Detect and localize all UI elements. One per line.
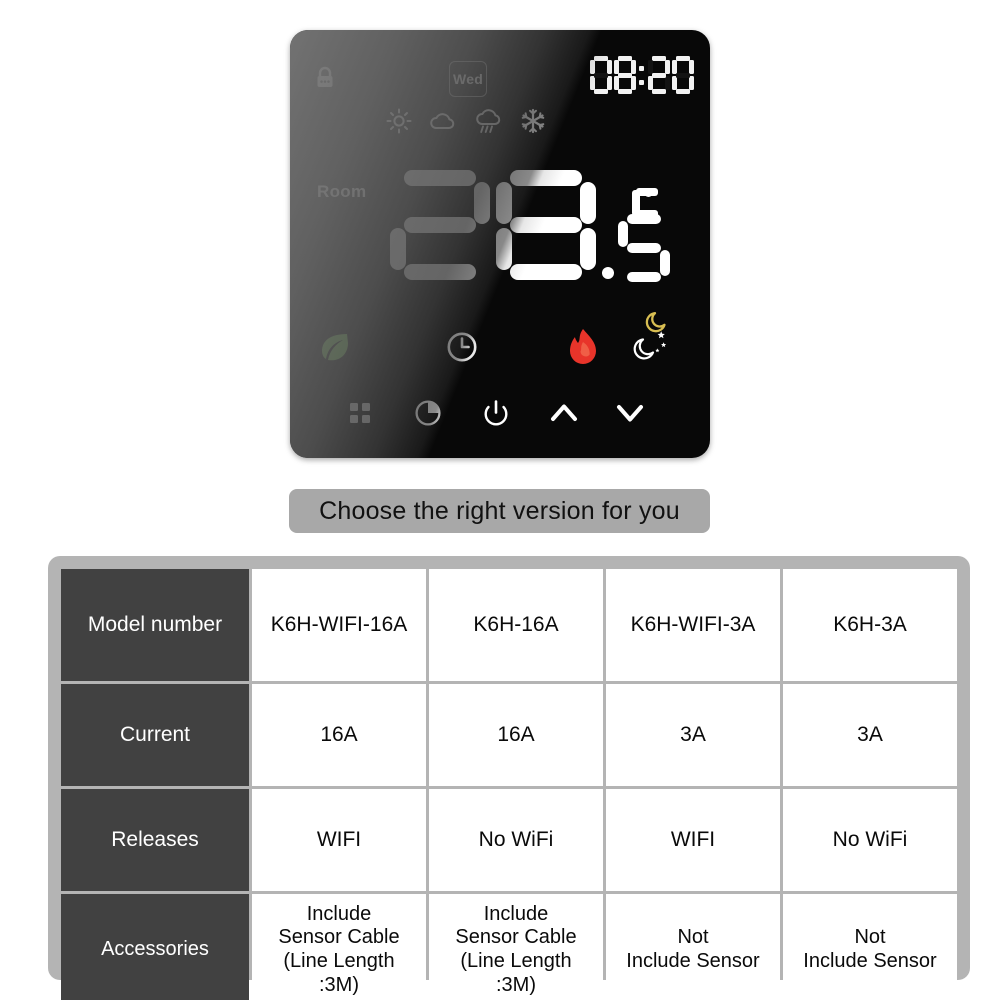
clock-digit-2: [614, 56, 636, 94]
table-row: Releases WIFI No WiFi WIFI No WiFi: [61, 789, 957, 891]
cell-accessories-1: Include Sensor Cable (Line Length:3M): [252, 894, 426, 1000]
spec-table-frame: Model number K6H-WIFI-16A K6H-16A K6H-WI…: [48, 556, 970, 1000]
clock-display: [590, 56, 694, 94]
version-banner-text: Choose the right version for you: [319, 496, 680, 525]
row-header-current: Current: [61, 684, 249, 786]
cell-current-4: 3A: [783, 684, 957, 786]
thermostat-screen: Wed Room: [290, 30, 710, 458]
cell-accessories-4: Not Include Sensor: [783, 894, 957, 1000]
cell-current-2: 16A: [429, 684, 603, 786]
clock-digit-4: [672, 56, 694, 94]
cell-model-3: K6H-WIFI-3A: [606, 569, 780, 681]
flame-icon: [568, 328, 598, 369]
decimal-point: [602, 267, 614, 279]
snowflake-icon: [520, 108, 546, 139]
rain-cloud-icon: [474, 107, 504, 140]
clock-colon: [638, 56, 646, 94]
chevron-down-icon: [615, 401, 645, 430]
weather-icon-row: [386, 107, 546, 140]
cell-accessories-3: Not Include Sensor: [606, 894, 780, 1000]
timer-button[interactable]: [408, 395, 448, 435]
temp-digit-decimal: [618, 214, 670, 282]
cloud-icon: [428, 109, 458, 138]
row-header-accessories: Accessories: [61, 894, 249, 1000]
clock-digit-1: [590, 56, 612, 94]
weekday-badge: Wed: [449, 61, 487, 97]
cell-current-1: 16A: [252, 684, 426, 786]
table-row: Accessories Include Sensor Cable (Line Len…: [61, 894, 957, 1000]
cell-model-1: K6H-WIFI-16A: [252, 569, 426, 681]
cell-releases-3: WIFI: [606, 789, 780, 891]
grid-icon: [349, 402, 371, 429]
temperature-suffix: [602, 170, 702, 290]
cell-accessories-2: Include Sensor Cable (Line Length:3M): [429, 894, 603, 1000]
sun-icon: [386, 108, 412, 139]
temp-digit-tens: [390, 170, 490, 280]
temperature-display: [390, 170, 702, 290]
room-label: Room: [317, 182, 367, 201]
power-button[interactable]: [476, 395, 516, 435]
lock-icon: [314, 66, 336, 95]
chevron-up-icon: [549, 401, 579, 430]
cell-releases-1: WIFI: [252, 789, 426, 891]
temp-down-button[interactable]: [610, 395, 650, 435]
cell-model-4: K6H-3A: [783, 569, 957, 681]
clock-pie-icon: [414, 399, 442, 432]
leaf-icon: [318, 330, 352, 369]
spec-table-body: Model number K6H-WIFI-16A K6H-16A K6H-WI…: [61, 569, 957, 1000]
cell-model-2: K6H-16A: [429, 569, 603, 681]
table-row: Current 16A 16A 3A 3A: [61, 684, 957, 786]
temp-up-button[interactable]: [544, 395, 584, 435]
page-root: Wed Room Choose the right version for yo…: [0, 0, 1000, 1000]
cell-releases-2: No WiFi: [429, 789, 603, 891]
moon-stars-icon: [633, 328, 669, 367]
temp-digit-ones: [496, 170, 596, 280]
version-banner: Choose the right version for you: [289, 489, 710, 533]
thermostat-device: Wed Room: [290, 30, 710, 458]
menu-grid-button[interactable]: [340, 395, 380, 435]
table-row: Model number K6H-WIFI-16A K6H-16A K6H-WI…: [61, 569, 957, 681]
clock-icon: [445, 330, 479, 369]
cell-current-3: 3A: [606, 684, 780, 786]
spec-table: Model number K6H-WIFI-16A K6H-16A K6H-WI…: [58, 566, 960, 1000]
touch-button-row: [290, 395, 710, 441]
row-header-model-number: Model number: [61, 569, 249, 681]
row-header-releases: Releases: [61, 789, 249, 891]
cell-releases-4: No WiFi: [783, 789, 957, 891]
power-icon: [482, 399, 510, 432]
clock-digit-3: [648, 56, 670, 94]
